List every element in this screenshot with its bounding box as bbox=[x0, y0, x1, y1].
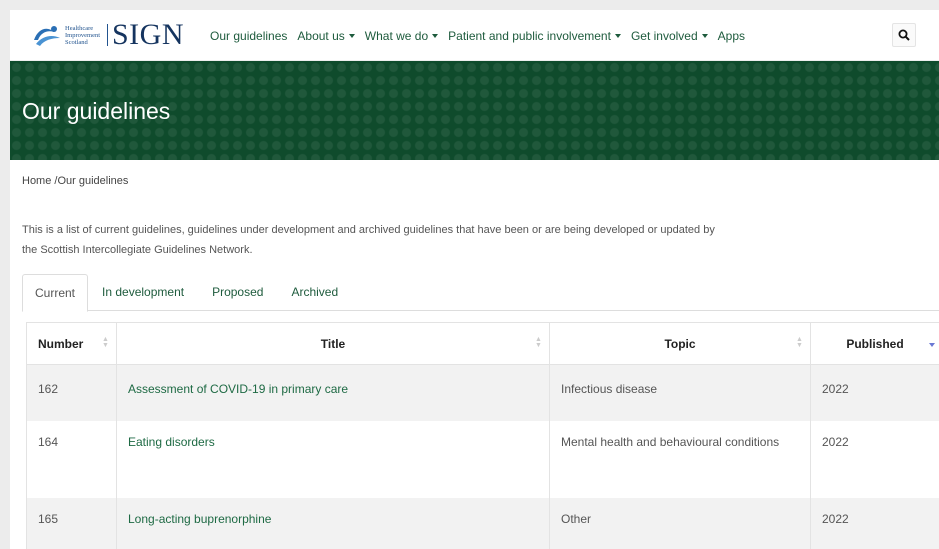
column-header-label: Topic bbox=[664, 336, 696, 351]
column-header-title[interactable]: Title ▲ ▼ bbox=[116, 322, 550, 365]
cell-topic: Infectious disease bbox=[549, 364, 811, 421]
logo-divider bbox=[107, 24, 108, 46]
caret-down-icon bbox=[614, 34, 621, 38]
tab-in-development[interactable]: In development bbox=[88, 274, 198, 310]
cell-topic: Other bbox=[549, 497, 811, 549]
cell-title: Assessment of COVID-19 in primary care bbox=[116, 364, 550, 421]
intro-text: This is a list of current guidelines, gu… bbox=[22, 224, 715, 256]
cell-title: Eating disorders bbox=[116, 420, 550, 498]
cell-number: 164 bbox=[26, 420, 117, 498]
caret-down-icon bbox=[432, 34, 439, 38]
guideline-link[interactable]: Long-acting buprenorphine bbox=[128, 512, 271, 526]
cell-number: 165 bbox=[26, 497, 117, 549]
table-row: 162 Assessment of COVID-19 in primary ca… bbox=[26, 364, 939, 421]
page: Healthcare Improvement Scotland SIGN Our… bbox=[10, 10, 939, 549]
sort-descending-icon bbox=[929, 343, 935, 347]
guideline-link[interactable]: Eating disorders bbox=[128, 435, 215, 449]
nav-patient-public-involvement[interactable]: Patient and public involvement bbox=[448, 29, 621, 43]
nav-label: Apps bbox=[717, 29, 745, 43]
guidelines-table: Number ▲▼ Title ▲▼ Topic ▲▼ Published bbox=[26, 322, 939, 549]
column-header-label: Title bbox=[320, 336, 346, 351]
tab-current[interactable]: Current bbox=[22, 274, 89, 312]
search-button[interactable] bbox=[892, 23, 916, 47]
cell-topic: Mental health and behavioural conditions bbox=[549, 420, 811, 498]
his-line-3: Scotland bbox=[65, 38, 88, 46]
cell-number: 162 bbox=[26, 364, 117, 421]
search-icon bbox=[898, 29, 910, 41]
nav-about-us[interactable]: About us bbox=[297, 29, 355, 43]
nav-label: About us bbox=[297, 29, 345, 43]
column-header-published[interactable]: Published bbox=[810, 322, 939, 365]
column-header-label: Number bbox=[38, 336, 84, 351]
nav-label: Get involved bbox=[630, 29, 698, 43]
nav-our-guidelines[interactable]: Our guidelines bbox=[210, 29, 287, 43]
site-header: Healthcare Improvement Scotland SIGN Our… bbox=[10, 10, 939, 61]
sort-icon: ▲ ▼ bbox=[796, 336, 803, 349]
nav-get-involved[interactable]: Get involved bbox=[631, 29, 708, 43]
site-logo[interactable]: Healthcare Improvement Scotland SIGN bbox=[32, 20, 184, 50]
his-logo-icon bbox=[32, 22, 62, 48]
caret-down-icon bbox=[701, 34, 708, 38]
sign-logo-text: SIGN bbox=[112, 18, 185, 51]
cell-title: Long-acting buprenorphine bbox=[116, 497, 550, 549]
page-title: Our guidelines bbox=[22, 98, 171, 124]
his-line-2: Improvement bbox=[65, 31, 101, 39]
page-banner: Our guidelines bbox=[10, 61, 939, 160]
tab-proposed[interactable]: Proposed bbox=[198, 274, 277, 310]
nav-label: What we do bbox=[364, 29, 429, 43]
breadcrumb[interactable]: Home /Our guidelines bbox=[22, 175, 128, 187]
his-logo-text: Healthcare Improvement Scotland bbox=[65, 25, 105, 46]
nav-apps[interactable]: Apps bbox=[718, 29, 745, 43]
his-line-1: Healthcare bbox=[65, 24, 94, 32]
cell-published: 2022 bbox=[810, 364, 939, 421]
nav-what-we-do[interactable]: What we do bbox=[364, 29, 439, 43]
table-row: 165 Long-acting buprenorphine Other 2022 bbox=[26, 497, 939, 549]
sort-icon: ▲ ▼ bbox=[102, 336, 109, 349]
cell-published: 2022 bbox=[810, 420, 939, 498]
nav-label: Our guidelines bbox=[210, 29, 288, 43]
cell-published: 2022 bbox=[810, 497, 939, 549]
table-row: 164 Eating disorders Mental health and b… bbox=[26, 420, 939, 498]
guideline-tabs: Current In development Proposed Archived bbox=[22, 274, 939, 312]
caret-down-icon bbox=[348, 34, 355, 38]
guideline-link[interactable]: Assessment of COVID-19 in primary care bbox=[128, 382, 348, 396]
column-header-topic[interactable]: Topic ▲ ▼ bbox=[549, 322, 811, 365]
tab-archived[interactable]: Archived bbox=[277, 274, 352, 310]
sort-icon: ▲ ▼ bbox=[535, 336, 542, 349]
column-header-label: Published bbox=[846, 336, 904, 351]
nav-label: Patient and public involvement bbox=[448, 29, 611, 43]
main-nav: Our guidelines About us What we do Patie… bbox=[210, 29, 755, 43]
column-header-number[interactable]: Number ▲ ▼ bbox=[26, 322, 117, 365]
